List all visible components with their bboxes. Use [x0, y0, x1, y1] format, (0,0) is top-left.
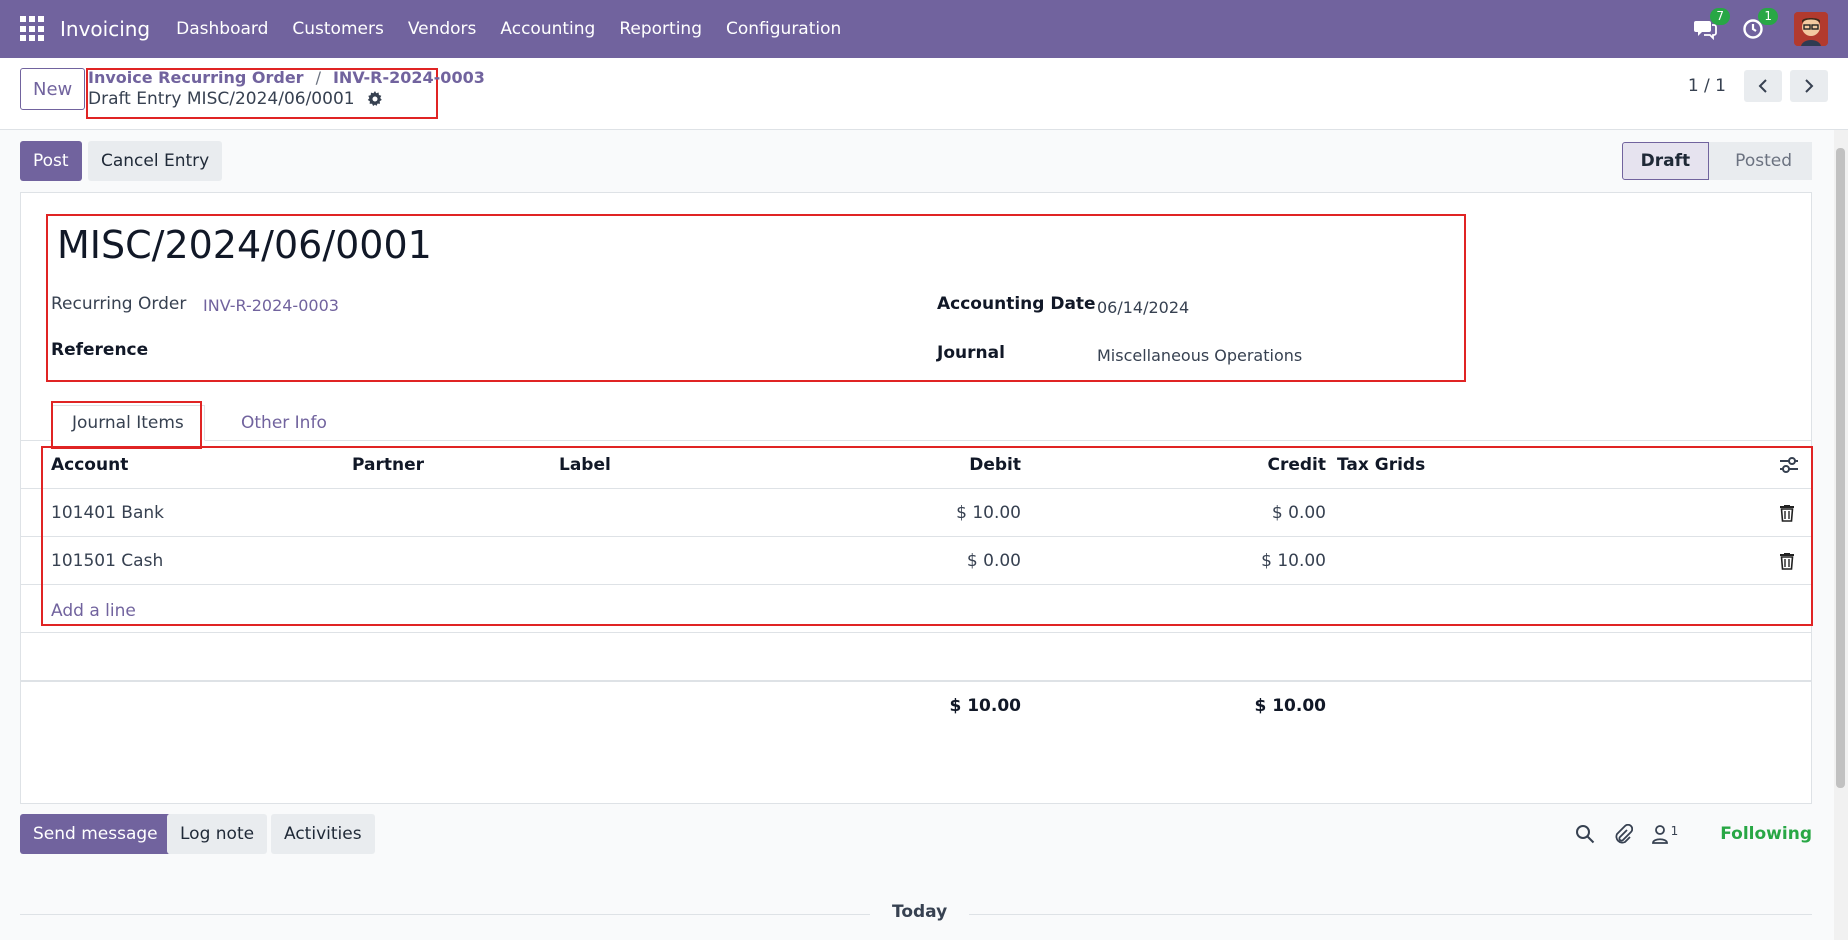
- status-bar: Draft Posted: [1621, 142, 1812, 180]
- top-navbar: Invoicing Dashboard Customers Vendors Ac…: [0, 0, 1848, 58]
- post-button[interactable]: Post: [20, 141, 82, 181]
- record-title-text: Draft Entry MISC/2024/06/0001: [88, 89, 355, 109]
- pager-value[interactable]: 1 / 1: [1688, 76, 1726, 96]
- following-button[interactable]: Following: [1720, 824, 1812, 844]
- total-debit: $ 10.00: [949, 696, 1021, 716]
- search-icon[interactable]: [1575, 824, 1595, 844]
- date-separator-today: Today: [870, 902, 970, 922]
- status-posted[interactable]: Posted: [1709, 142, 1812, 180]
- breadcrumb-recurring-order[interactable]: Invoice Recurring Order: [88, 68, 304, 87]
- chevron-left-icon: [1758, 79, 1767, 93]
- paperclip-icon[interactable]: [1613, 824, 1633, 844]
- scrollbar-thumb[interactable]: [1836, 148, 1845, 788]
- send-message-button[interactable]: Send message: [20, 814, 171, 854]
- activities-button[interactable]: Activities: [271, 814, 375, 854]
- new-button[interactable]: New: [20, 68, 86, 110]
- gear-icon[interactable]: [367, 91, 383, 107]
- menu-reporting[interactable]: Reporting: [619, 19, 702, 39]
- total-credit: $ 10.00: [1254, 696, 1326, 716]
- menu-configuration[interactable]: Configuration: [726, 19, 841, 39]
- record-title: Draft Entry MISC/2024/06/0001: [88, 89, 383, 109]
- user-avatar[interactable]: [1794, 12, 1828, 46]
- journal-value[interactable]: Miscellaneous Operations: [1097, 346, 1302, 365]
- followers-count: 1: [1670, 824, 1679, 838]
- log-note-button[interactable]: Log note: [167, 814, 268, 854]
- recurring-order-value[interactable]: INV-R-2024-0003: [203, 296, 339, 315]
- chatter-tools: 1 Following: [1575, 814, 1812, 854]
- status-draft[interactable]: Draft: [1621, 142, 1710, 180]
- pager-next-button[interactable]: [1790, 70, 1828, 102]
- activities-badge: 1: [1758, 8, 1778, 25]
- cancel-entry-button[interactable]: Cancel Entry: [88, 141, 223, 181]
- menu-customers[interactable]: Customers: [292, 19, 383, 39]
- accounting-date-value[interactable]: 06/14/2024: [1097, 298, 1189, 317]
- chevron-right-icon: [1805, 79, 1814, 93]
- tab-other-info[interactable]: Other Info: [221, 405, 347, 441]
- menu-dashboard[interactable]: Dashboard: [176, 19, 268, 39]
- activities-clock-icon[interactable]: 1: [1740, 8, 1778, 42]
- recurring-order-label: Recurring Order: [51, 294, 187, 314]
- followers-button[interactable]: 1: [1651, 824, 1679, 844]
- breadcrumb-separator: /: [315, 68, 321, 87]
- form-sheet: MISC/2024/06/0001 Recurring Order INV-R-…: [20, 192, 1813, 804]
- empty-row: [21, 633, 1811, 681]
- breadcrumb-recurring-ref[interactable]: INV-R-2024-0003: [333, 68, 485, 87]
- pager-previous-button[interactable]: [1744, 70, 1782, 102]
- pager: 1 / 1: [1688, 70, 1828, 102]
- table-highlight: [41, 446, 1813, 626]
- totals-row: $ 10.00 $ 10.00: [21, 681, 1811, 729]
- journal-label: Journal: [937, 343, 1005, 363]
- app-name[interactable]: Invoicing: [60, 17, 150, 41]
- messages-badge: 7: [1710, 8, 1730, 25]
- reference-label: Reference: [51, 340, 149, 360]
- breadcrumb: Invoice Recurring Order / INV-R-2024-000…: [88, 68, 485, 87]
- messages-icon[interactable]: 7: [1692, 8, 1730, 42]
- apps-menu-icon[interactable]: [20, 16, 46, 42]
- menu-accounting[interactable]: Accounting: [500, 19, 595, 39]
- notebook-tabs: Journal Items Other Info: [21, 399, 1811, 441]
- control-panel: New Invoice Recurring Order / INV-R-2024…: [0, 58, 1848, 130]
- user-icon: [1651, 825, 1668, 844]
- entry-name[interactable]: MISC/2024/06/0001: [57, 223, 432, 267]
- accounting-date-label: Accounting Date: [937, 294, 1096, 314]
- menu-vendors[interactable]: Vendors: [408, 19, 477, 39]
